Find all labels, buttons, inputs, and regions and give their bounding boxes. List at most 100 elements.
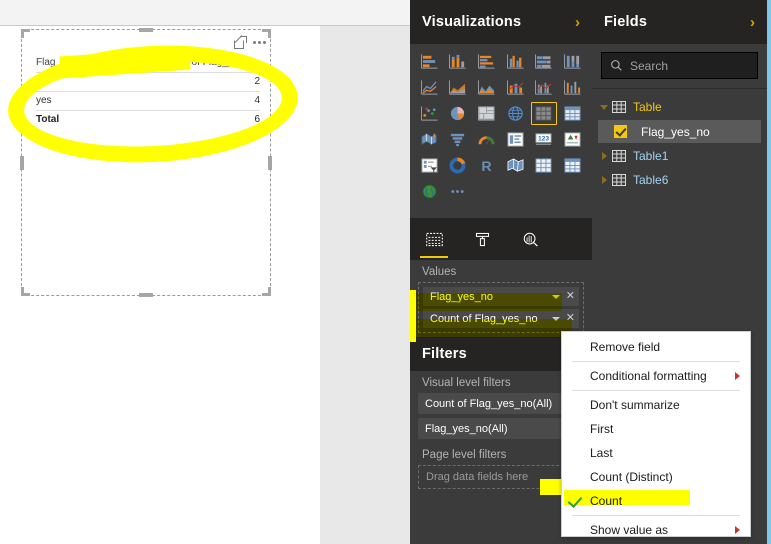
visualization-pane-tabs xyxy=(410,218,592,260)
menu-item-remove-field[interactable]: Remove field xyxy=(562,335,750,359)
viz-type-matrix-grid-icon[interactable] xyxy=(559,154,586,177)
viz-type-line-stacked-column-chart-icon[interactable] xyxy=(502,76,529,99)
menu-item-conditional-formatting[interactable]: Conditional formatting xyxy=(562,364,750,388)
viz-type-funnel-icon[interactable] xyxy=(445,128,472,151)
viz-type-stacked-bar-chart-icon[interactable] xyxy=(416,50,443,73)
search-icon xyxy=(611,60,622,71)
line-chart-icon xyxy=(420,80,438,95)
gauge-icon xyxy=(478,136,495,145)
viz-type-map-icon[interactable] xyxy=(502,102,529,125)
viz-type-donut-chart-icon[interactable] xyxy=(445,154,472,177)
viz-type-100-stacked-bar-chart-icon[interactable] xyxy=(531,50,558,73)
viz-type-line-clustered-column-chart-icon[interactable] xyxy=(531,76,558,99)
resize-handle-top[interactable] xyxy=(139,28,153,32)
resize-handle-bottom-right[interactable] xyxy=(262,287,271,296)
viz-type-line-chart-icon[interactable] xyxy=(416,76,443,99)
cell-total-value: 6 xyxy=(254,114,260,125)
cell-flag-yes: yes xyxy=(36,91,119,111)
column-header-flag[interactable]: Flag_yes_no xyxy=(36,54,119,73)
tab-format[interactable] xyxy=(458,218,506,260)
resize-handle-bottom-left[interactable] xyxy=(21,287,30,296)
resize-handle-top-right[interactable] xyxy=(262,29,271,38)
chevron-right-icon[interactable]: › xyxy=(750,15,755,30)
tree-node-table6[interactable]: Table6 xyxy=(592,168,767,192)
menu-item-show-value-as[interactable]: Show value as xyxy=(562,518,750,542)
expand-collapse-icon[interactable] xyxy=(598,152,610,160)
menu-separator xyxy=(572,390,740,391)
viz-type-stacked-area-chart-icon[interactable] xyxy=(473,76,500,99)
table-icon xyxy=(612,150,626,162)
viz-type-gauge-icon[interactable] xyxy=(473,128,500,151)
tab-analytics[interactable] xyxy=(506,218,554,260)
table-visual[interactable]: Flag_yes_no Count of Flag_yes_no no 2 ye… xyxy=(20,28,272,297)
table-icon xyxy=(612,101,626,113)
viz-type-table-icon[interactable] xyxy=(530,102,558,125)
tree-node-label: Table xyxy=(633,100,662,114)
power-bi-report-editor: Flag_yes_no Count of Flag_yes_no no 2 ye… xyxy=(0,0,771,544)
tab-fields[interactable] xyxy=(410,218,458,260)
kpi-icon xyxy=(564,132,581,147)
tree-node-table1[interactable]: Table1 xyxy=(592,144,767,168)
viz-type-shape-map-icon[interactable] xyxy=(502,154,529,177)
viz-type-arcgis-map-icon[interactable] xyxy=(416,180,443,203)
viz-type-pie-chart-icon[interactable] xyxy=(445,102,472,125)
column-header-count[interactable]: Count of Flag_yes_no xyxy=(118,54,260,73)
tree-node-table[interactable]: Table xyxy=(592,95,767,119)
filter-pill-flag[interactable]: Flag_yes_no(All) xyxy=(418,418,584,439)
viz-type-scatter-chart-icon[interactable] xyxy=(416,102,443,125)
resize-handle-bottom[interactable] xyxy=(139,293,153,297)
visualizations-header: Visualizations › xyxy=(410,0,592,44)
viz-type-kpi-icon[interactable] xyxy=(559,128,586,151)
viz-type-ribbon-chart-icon[interactable] xyxy=(559,76,586,99)
viz-type-slicer-icon[interactable] xyxy=(416,154,443,177)
remove-field-icon[interactable]: ✕ xyxy=(566,291,575,302)
resize-handle-top-left[interactable] xyxy=(21,29,30,38)
viz-type-clustered-bar-chart-icon[interactable] xyxy=(473,50,500,73)
field-item-flag-yes-no[interactable]: Flag_yes_no xyxy=(598,120,761,143)
chevron-right-icon[interactable]: › xyxy=(575,15,580,30)
filter-pill-count[interactable]: Count of Flag_yes_no(All) xyxy=(418,393,584,414)
visualizations-title: Visualizations xyxy=(422,14,522,30)
report-page[interactable]: Flag_yes_no Count of Flag_yes_no no 2 ye… xyxy=(0,26,320,544)
stacked-area-chart-icon xyxy=(478,80,495,95)
resize-handle-left[interactable] xyxy=(20,155,24,170)
menu-item-count-distinct[interactable]: Count (Distinct) xyxy=(562,465,750,489)
viz-type-filled-map-icon[interactable] xyxy=(416,128,443,151)
table-row[interactable]: yes 4 xyxy=(36,91,260,111)
menu-separator xyxy=(572,515,740,516)
viz-type-card-icon[interactable] xyxy=(502,128,529,151)
expand-collapse-icon[interactable] xyxy=(598,104,610,110)
viz-type-multi-row-card-icon[interactable]: 123 xyxy=(531,128,558,151)
viz-type-matrix-icon[interactable] xyxy=(559,102,586,125)
clustered-bar-chart-icon xyxy=(478,54,495,69)
viz-type-100-stacked-column-chart-icon[interactable] xyxy=(559,50,586,73)
fields-tree[interactable]: Table Flag_yes_no Table1 Table6 xyxy=(592,89,767,192)
viz-type-r-script-visual-icon[interactable]: R xyxy=(473,154,500,177)
viz-type-area-chart-icon[interactable] xyxy=(445,76,472,99)
report-canvas-area[interactable]: Flag_yes_no Count of Flag_yes_no no 2 ye… xyxy=(0,26,410,544)
menu-item-last[interactable]: Last xyxy=(562,441,750,465)
100-stacked-column-chart-icon xyxy=(564,54,581,69)
visualization-type-gallery[interactable]: 123 R xyxy=(410,44,592,205)
menu-item-count[interactable]: Count xyxy=(562,489,750,513)
checkbox-checked-icon[interactable] xyxy=(614,125,627,138)
menu-item-don-t-summarize[interactable]: Don't summarize xyxy=(562,393,750,417)
menu-item-label: Conditional formatting xyxy=(590,369,707,383)
menu-item-first[interactable]: First xyxy=(562,417,750,441)
resize-handle-right[interactable] xyxy=(268,155,272,170)
menu-item-label: Last xyxy=(590,446,613,460)
field-context-menu[interactable]: Remove field Conditional formatting Don't … xyxy=(561,331,751,537)
search-input[interactable]: Search xyxy=(601,52,758,79)
line-clustered-column-chart-icon xyxy=(535,80,553,95)
filled-map-icon xyxy=(421,132,437,145)
canvas-top-strip xyxy=(0,0,410,26)
viz-type-clustered-column-chart-icon[interactable] xyxy=(502,50,529,73)
viz-type-treemap-icon[interactable] xyxy=(473,102,500,125)
fields-title: Fields xyxy=(604,14,648,30)
viz-type-table-grid-icon[interactable] xyxy=(531,154,558,177)
table-row[interactable]: no 2 xyxy=(36,72,260,92)
expand-collapse-icon[interactable] xyxy=(598,176,610,184)
viz-type-stacked-column-chart-icon[interactable] xyxy=(445,50,472,73)
focus-mode-icon[interactable] xyxy=(234,34,247,49)
viz-type-more-visuals-icon[interactable] xyxy=(445,180,472,203)
